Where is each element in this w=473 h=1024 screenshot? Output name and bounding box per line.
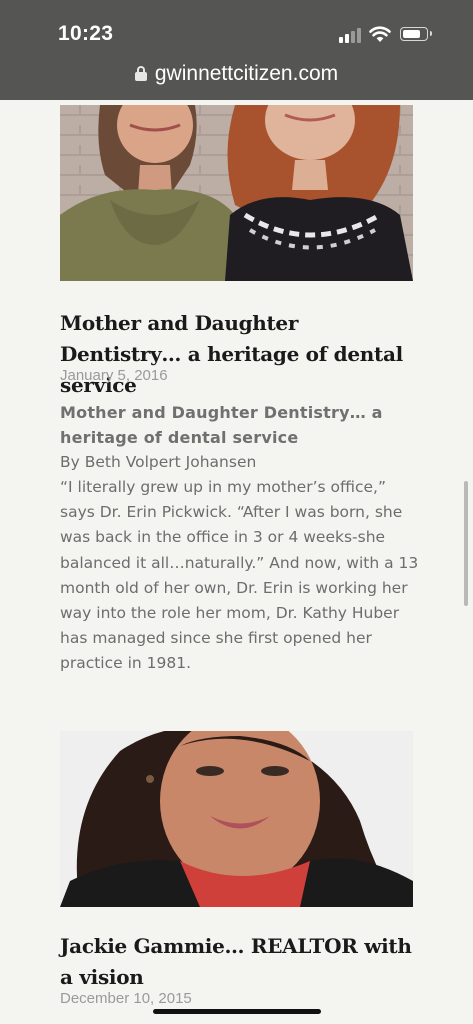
- photo-illustration: [60, 731, 413, 907]
- scroll-indicator[interactable]: [464, 481, 468, 606]
- address-bar[interactable]: gwinnettcitizen.com: [0, 62, 473, 92]
- post-byline: By Beth Volpert Johansen: [60, 453, 257, 471]
- battery-icon: [400, 27, 432, 41]
- status-time: 10:23: [58, 22, 114, 45]
- post-date: January 5, 2016: [60, 367, 168, 384]
- post-image-mother-daughter[interactable]: [60, 105, 413, 281]
- post-title[interactable]: Mother and Daughter Dentistry… a heritag…: [60, 308, 420, 401]
- photo-illustration: [60, 105, 413, 281]
- wifi-icon: [369, 26, 391, 42]
- post-title[interactable]: Jackie Gammie… REALTOR with a vision: [60, 931, 420, 993]
- post-excerpt: “I literally grew up in my mother’s offi…: [60, 478, 419, 673]
- status-bar: 10:23 gwinnettcitizen.com: [0, 0, 473, 100]
- home-indicator[interactable]: [153, 1009, 321, 1014]
- post-image-jackie-gammie[interactable]: [60, 731, 413, 907]
- lock-icon: [134, 66, 147, 81]
- cellular-signal-icon: [339, 27, 364, 43]
- excerpt-heading: Mother and Daughter Dentistry… a heritag…: [60, 403, 383, 447]
- post-date: December 10, 2015: [60, 990, 192, 1007]
- url-text: gwinnettcitizen.com: [154, 62, 339, 85]
